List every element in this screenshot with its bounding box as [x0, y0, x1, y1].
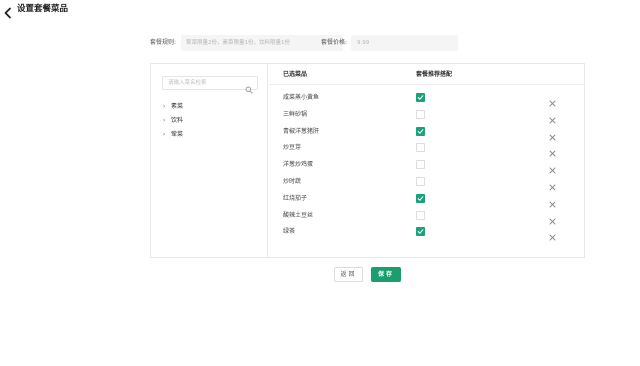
chevron-right-icon[interactable]: › — [163, 102, 171, 112]
dish-row: 洋葱炒鸡蛋 — [269, 157, 585, 174]
back-button[interactable]: 返回 — [334, 267, 363, 282]
dish-row: 酸辣土豆丝 — [269, 208, 585, 225]
close-icon[interactable] — [548, 194, 557, 208]
dish-row: 三鲜砂锅 — [269, 107, 585, 124]
close-icon[interactable] — [548, 110, 557, 124]
search-box — [162, 76, 258, 94]
page-title: 设置套餐菜品 — [17, 4, 69, 14]
close-icon[interactable] — [548, 211, 557, 225]
category-sidebar: ›素菜›饮料›荤菜 — [151, 64, 268, 257]
chevron-right-icon[interactable]: › — [163, 130, 171, 140]
price-field: 9.99 — [351, 35, 458, 51]
category-item[interactable]: › 荤菜 — [163, 130, 183, 140]
recommend-checkbox[interactable] — [416, 93, 425, 102]
dish-row: 炒豆芽 — [269, 140, 585, 157]
dish-name: 红烧茄子 — [283, 194, 308, 202]
dish-name: 炒豆芽 — [283, 144, 302, 152]
dish-name: 洋葱炒鸡蛋 — [283, 161, 314, 169]
close-icon[interactable] — [548, 127, 557, 141]
search-icon[interactable] — [245, 79, 253, 94]
recommend-checkbox[interactable] — [416, 126, 425, 136]
recommend-checkbox[interactable] — [416, 177, 425, 186]
recommend-checkbox[interactable] — [416, 227, 425, 237]
rule-field: 荤菜限量2份，素菜限量1份，饮料限量1份 — [181, 35, 343, 51]
dish-name: 绿茶 — [283, 228, 296, 236]
dish-row: 绿茶 — [269, 224, 585, 241]
close-icon[interactable] — [548, 160, 557, 174]
dish-row: 咸菜蒸小黄鱼 — [269, 90, 585, 107]
dish-name: 青椒洋葱猪肝 — [283, 127, 320, 135]
chevron-left-icon[interactable] — [3, 4, 13, 19]
dish-name: 三鲜砂锅 — [283, 110, 308, 118]
dish-row: 青椒洋葱猪肝 — [269, 124, 585, 141]
save-button[interactable]: 保存 — [371, 267, 401, 282]
category-item[interactable]: › 饮料 — [163, 116, 183, 126]
dish-name: 酸辣土豆丝 — [283, 211, 314, 219]
category-item[interactable]: › 素菜 — [163, 102, 183, 112]
dish-name: 炒时蔬 — [283, 178, 302, 185]
dish-panel: ›素菜›饮料›荤菜 已选菜品 套餐推荐搭配 咸菜蒸小黄鱼三鲜砂锅青椒洋葱猪肝炒豆… — [150, 63, 585, 258]
recommend-checkbox[interactable] — [416, 109, 425, 119]
selected-dishes: 已选菜品 套餐推荐搭配 咸菜蒸小黄鱼 三鲜砂锅青椒洋葱猪肝 炒豆芽洋葱炒鸡蛋炒时蔬红… — [269, 64, 585, 257]
category-label: 饮料 — [171, 117, 184, 124]
recommend-checkbox[interactable] — [416, 193, 425, 203]
dish-row: 炒时蔬 — [269, 174, 585, 191]
recommend-checkbox[interactable] — [416, 210, 425, 220]
price-label: 套餐价格: — [321, 39, 348, 46]
column-header-dish: 已选菜品 — [283, 71, 308, 78]
close-icon[interactable] — [548, 93, 557, 107]
rule-row: 套餐规则: 荤菜限量2份，素菜限量1份，饮料限量1份 套餐价格: 9.99 — [150, 35, 470, 51]
page-header: 设置套餐菜品 — [0, 0, 640, 22]
column-header-recommend: 套餐推荐搭配 — [416, 71, 453, 78]
header-divider — [269, 84, 585, 85]
category-label: 素菜 — [171, 103, 184, 110]
close-icon[interactable] — [548, 227, 557, 241]
close-icon[interactable] — [548, 177, 557, 191]
chevron-right-icon[interactable]: › — [163, 116, 171, 126]
dish-row: 红烧茄子 — [269, 191, 585, 208]
rule-label: 套餐规则: — [150, 39, 177, 46]
close-icon[interactable] — [548, 143, 557, 157]
recommend-checkbox[interactable] — [416, 143, 425, 153]
search-input[interactable] — [163, 77, 243, 89]
category-label: 荤菜 — [171, 131, 184, 138]
dish-name: 咸菜蒸小黄鱼 — [283, 94, 320, 101]
recommend-checkbox[interactable] — [416, 160, 425, 170]
